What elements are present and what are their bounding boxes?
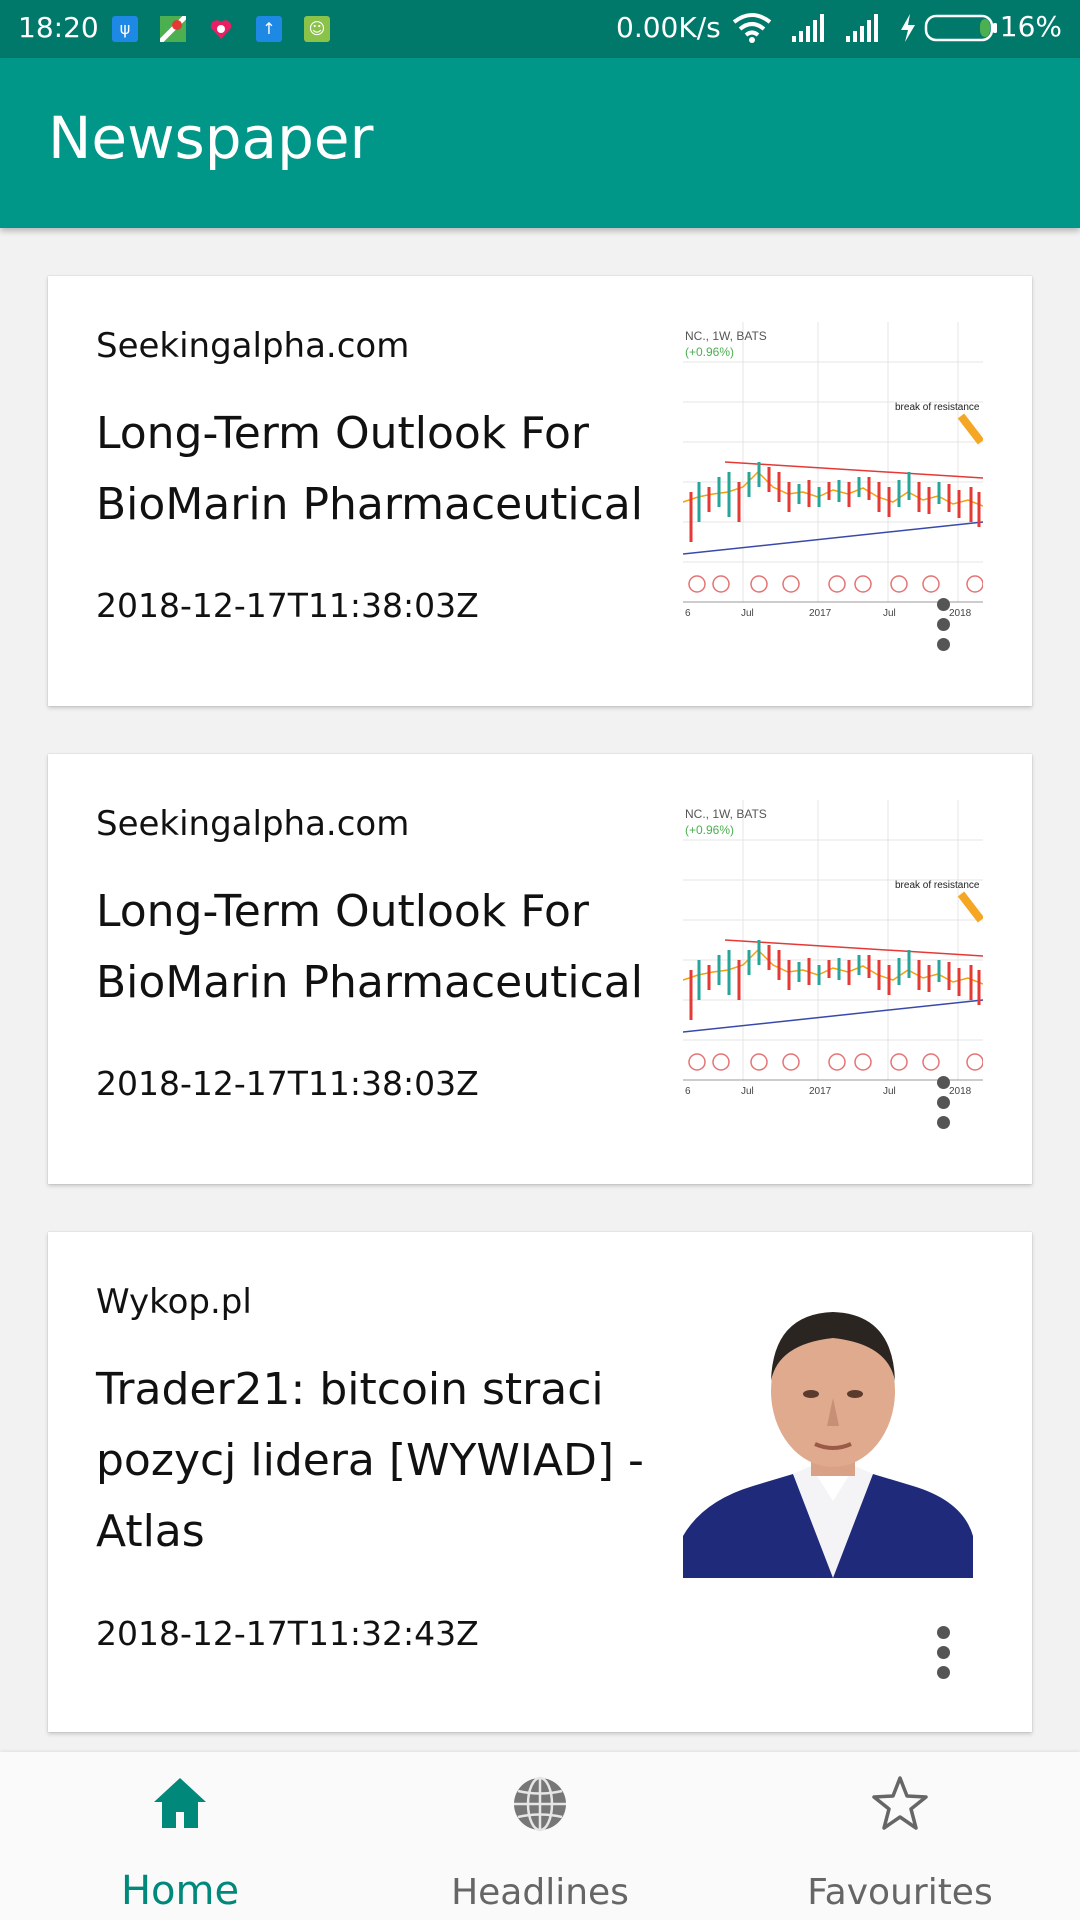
health-icon <box>208 16 234 42</box>
stock-chart-thumbnail: NC., 1W, BATS (+0.96%) break of resistan… <box>683 322 983 622</box>
charging-icon <box>901 14 915 42</box>
person-photo <box>683 1286 983 1578</box>
nav-favourites-label: Favourites <box>807 1872 993 1913</box>
article-thumbnail <box>683 1286 983 1578</box>
battery-percentage: 16% <box>999 10 1062 43</box>
home-icon <box>154 1778 206 1828</box>
svg-text:NC., 1W, BATS: NC., 1W, BATS <box>685 807 767 821</box>
article-card[interactable]: Seekingalpha.com Long-Term Outlook For B… <box>48 276 1032 706</box>
more-options-icon[interactable] <box>928 1626 958 1686</box>
bottom-navigation: Home Headlines Favourites <box>0 1752 1080 1920</box>
svg-text:NC., 1W, BATS: NC., 1W, BATS <box>685 329 767 343</box>
maps-icon <box>158 14 188 44</box>
nav-home-label: Home <box>120 1868 240 1914</box>
article-thumbnail: NC., 1W, BATS (+0.96%) break of resistan… <box>683 800 983 1100</box>
signal-icon <box>846 14 878 42</box>
battery-icon <box>924 14 997 42</box>
usb-icon: ψ <box>112 16 138 42</box>
svg-text:2017: 2017 <box>809 1086 832 1097</box>
article-headline: Long-Term Outlook For BioMarin Pharmaceu… <box>96 408 643 530</box>
nav-headlines-label: Headlines <box>451 1872 629 1913</box>
network-speed: 0.00K/s <box>616 11 721 44</box>
article-card[interactable]: Wykop.pl Trader21: bitcoin straci pozycj… <box>48 1232 1032 1732</box>
stock-chart-thumbnail: NC., 1W, BATS (+0.96%) break of resistan… <box>683 800 983 1100</box>
globe-icon <box>514 1776 566 1832</box>
page-title: Newspaper <box>48 104 374 172</box>
nav-favourites[interactable]: Favourites <box>720 1752 1080 1920</box>
nav-headlines[interactable]: Headlines <box>360 1752 720 1920</box>
svg-text:6: 6 <box>685 1086 691 1097</box>
article-source: Wykop.pl <box>96 1282 252 1322</box>
article-source: Seekingalpha.com <box>96 326 410 366</box>
article-source: Seekingalpha.com <box>96 804 410 844</box>
app-bar: Newspaper <box>0 58 1080 228</box>
android-icon: ☺ <box>304 16 330 42</box>
article-date: 2018-12-17T11:38:03Z <box>96 1064 479 1103</box>
svg-text:(+0.96%): (+0.96%) <box>685 823 734 837</box>
svg-text:Jul: Jul <box>883 1086 896 1097</box>
svg-text:break of resistance: break of resistance <box>895 880 980 891</box>
upload-icon: ↑ <box>256 16 282 42</box>
svg-text:Jul: Jul <box>883 608 896 619</box>
svg-text:Jul: Jul <box>741 608 754 619</box>
svg-text:Jul: Jul <box>741 1086 754 1097</box>
more-options-icon[interactable] <box>928 598 958 658</box>
article-thumbnail: NC., 1W, BATS (+0.96%) break of resistan… <box>683 322 983 622</box>
article-date: 2018-12-17T11:32:43Z <box>96 1614 479 1653</box>
star-icon <box>872 1776 928 1830</box>
article-date: 2018-12-17T11:38:03Z <box>96 586 479 625</box>
article-headline: Trader21: bitcoin straci pozycj lidera [… <box>96 1364 644 1557</box>
svg-text:2017: 2017 <box>809 608 832 619</box>
article-card[interactable]: Seekingalpha.com Long-Term Outlook For B… <box>48 754 1032 1184</box>
status-bar: 18:20 ψ ↑ ☺ 0.00K/s 16% <box>0 0 1080 58</box>
article-headline: Long-Term Outlook For BioMarin Pharmaceu… <box>96 886 643 1008</box>
more-options-icon[interactable] <box>928 1076 958 1136</box>
status-time: 18:20 <box>18 11 99 44</box>
svg-text:6: 6 <box>685 608 691 619</box>
signal-icon <box>792 14 824 42</box>
svg-text:(+0.96%): (+0.96%) <box>685 345 734 359</box>
svg-text:break of resistance: break of resistance <box>895 402 980 413</box>
wifi-icon <box>732 13 772 43</box>
nav-home[interactable]: Home <box>0 1752 360 1920</box>
